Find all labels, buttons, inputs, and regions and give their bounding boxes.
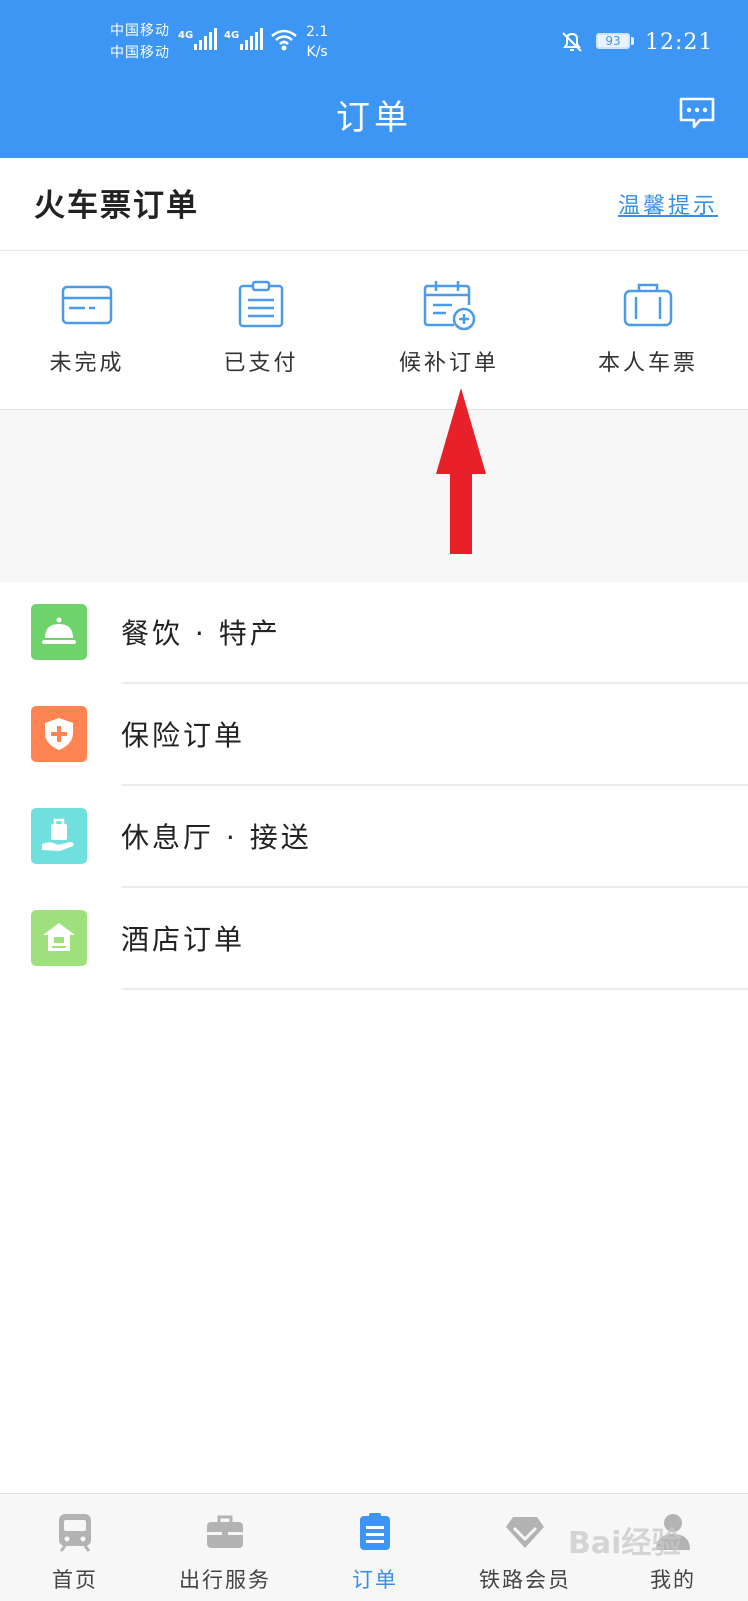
wifi-icon	[271, 29, 297, 51]
service-order-list: 餐饮 · 特产 保险订单 休息厅 · 接送 酒店订单	[0, 582, 748, 990]
suitcase-icon	[623, 283, 673, 327]
red-arrow-up-icon	[436, 388, 486, 554]
category-label: 候补订单	[398, 351, 499, 376]
tab-travel-services[interactable]: 出行服务	[150, 1510, 300, 1594]
section-title: 火车票订单	[34, 188, 199, 224]
category-waitlist[interactable]: 候补订单	[374, 277, 524, 377]
service-bell-icon	[31, 604, 87, 660]
watermark: Bai经验	[568, 1526, 682, 1561]
battery-indicator: 93	[596, 33, 630, 49]
list-item-label: 餐饮 · 特产	[121, 617, 281, 650]
hand-luggage-icon	[31, 808, 87, 864]
category-label: 本人车票	[597, 351, 698, 376]
train-order-section-header: 火车票订单 温馨提示	[0, 158, 748, 251]
order-category-bar: 未完成 已支付 候补订单 本人车票	[0, 251, 748, 410]
list-item-hotel[interactable]: 酒店订单	[0, 888, 748, 990]
network-speed: 2.1 K/s	[306, 22, 328, 62]
divider	[121, 988, 748, 990]
carrier-2: 中国移动	[110, 45, 170, 61]
banner-area	[0, 410, 748, 582]
app-header: 中国移动 中国移动 4G 4G 2.1 K/s 93 12:21 订单	[0, 0, 748, 158]
house-icon	[31, 910, 87, 966]
tab-label: 首页	[52, 1568, 98, 1592]
speed-unit: K/s	[306, 44, 328, 60]
shield-plus-icon	[31, 706, 87, 762]
category-unfinished[interactable]: 未完成	[12, 277, 162, 377]
category-paid[interactable]: 已支付	[186, 277, 336, 377]
tab-label: 出行服务	[179, 1568, 271, 1592]
page-title: 订单	[336, 98, 412, 138]
category-label: 未完成	[49, 351, 125, 376]
clipboard-list-icon	[360, 1513, 390, 1550]
list-item-label: 酒店订单	[121, 923, 246, 956]
speed-value: 2.1	[306, 24, 329, 40]
tab-label: 订单	[352, 1568, 398, 1592]
status-time: 12:21	[645, 30, 714, 55]
card-icon	[61, 285, 113, 325]
tab-orders[interactable]: 订单	[300, 1510, 450, 1594]
battery-cap	[631, 37, 634, 45]
clipboard-icon	[238, 280, 284, 328]
tips-link[interactable]: 温馨提示	[618, 188, 718, 220]
bell-muted-icon	[562, 32, 582, 52]
tab-label: 铁路会员	[479, 1568, 571, 1592]
chat-bubble-icon[interactable]	[678, 96, 716, 130]
carrier-1: 中国移动	[110, 23, 170, 39]
list-item-label: 休息厅 · 接送	[121, 821, 312, 854]
list-item-lounge[interactable]: 休息厅 · 接送	[0, 786, 748, 888]
list-item-insurance[interactable]: 保险订单	[0, 684, 748, 786]
network-2-label: 4G	[224, 30, 240, 41]
category-my-tickets[interactable]: 本人车票	[573, 277, 723, 377]
list-item-catering[interactable]: 餐饮 · 特产	[0, 582, 748, 684]
calendar-plus-icon	[423, 281, 476, 331]
diamond-icon	[506, 1517, 544, 1548]
list-item-label: 保险订单	[121, 719, 246, 752]
tab-label: 我的	[650, 1568, 696, 1592]
carrier-info: 中国移动 中国移动	[110, 20, 170, 64]
network-1-label: 4G	[178, 30, 194, 41]
train-icon	[59, 1514, 91, 1552]
category-label: 已支付	[223, 351, 299, 376]
tab-home[interactable]: 首页	[0, 1510, 150, 1594]
briefcase-icon	[207, 1515, 243, 1548]
